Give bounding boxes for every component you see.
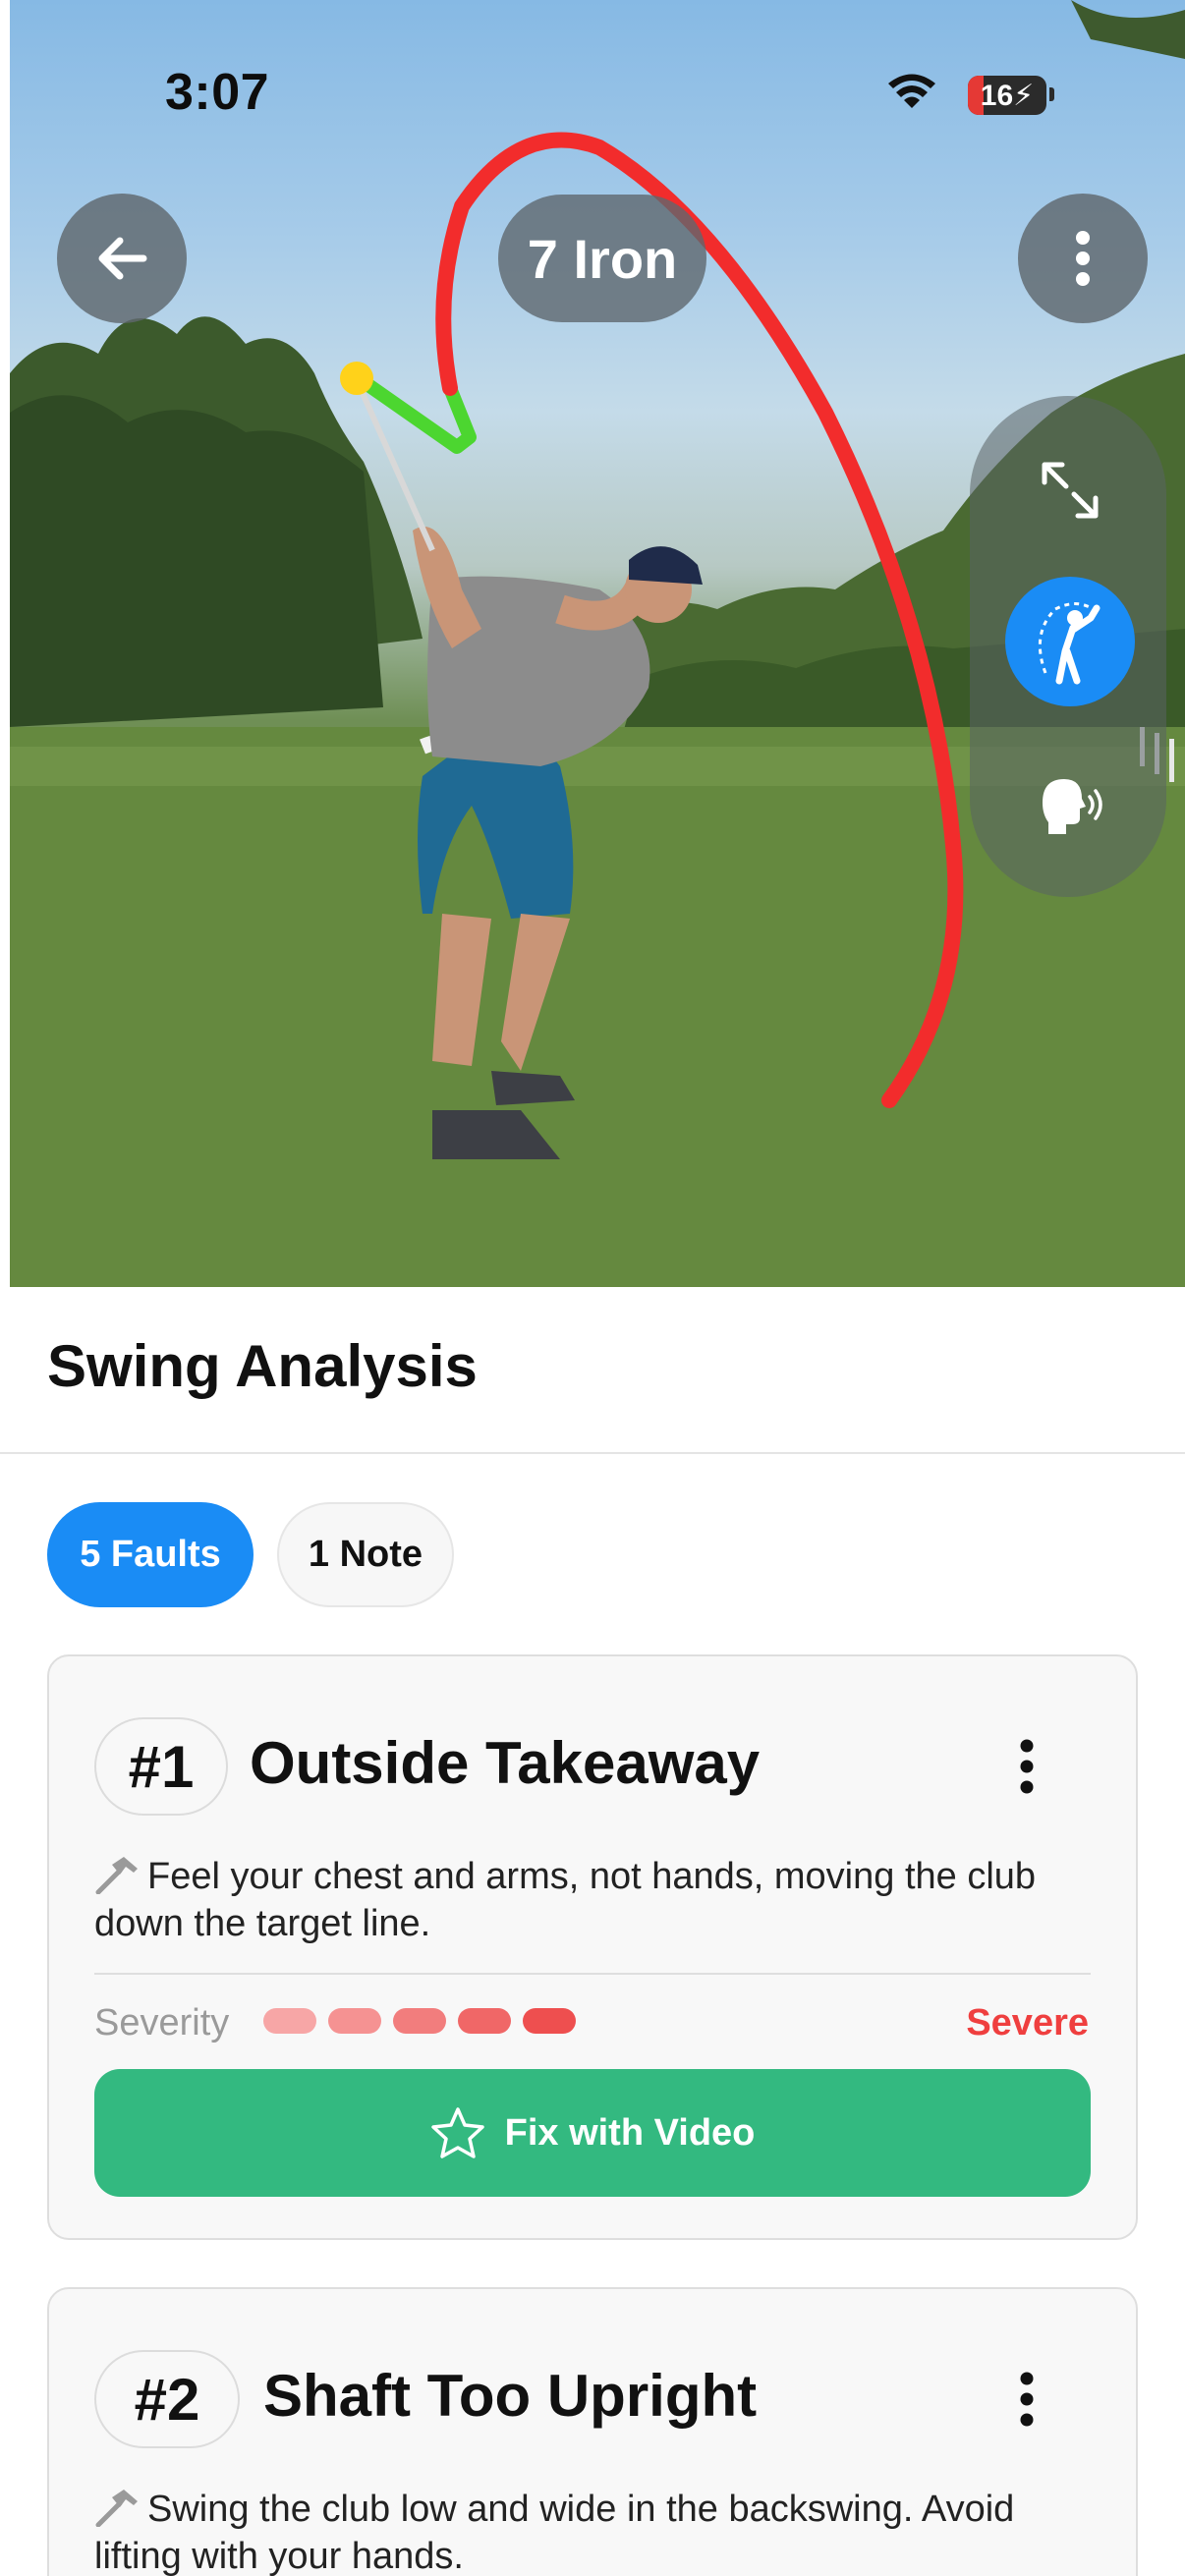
fault-card[interactable]: #1 Outside Takeaway Feel your chest and … — [47, 1654, 1138, 2240]
swing-path-toggle[interactable] — [1005, 577, 1135, 706]
battery-icon: 16⚡ — [968, 76, 1046, 115]
more-vertical-icon — [1020, 2372, 1034, 2427]
voice-coach-button[interactable] — [1005, 740, 1135, 869]
fix-with-video-label: Fix with Video — [504, 2111, 756, 2154]
fault-number-badge: #1 — [94, 1717, 228, 1816]
golfer-swing-icon — [1038, 602, 1101, 685]
expand-button[interactable] — [1005, 425, 1135, 555]
status-time: 3:07 — [165, 64, 270, 121]
club-selector[interactable]: 7 Iron — [498, 195, 706, 322]
tab-notes[interactable]: 1 Note — [277, 1502, 454, 1607]
back-arrow-icon — [98, 237, 147, 280]
severity-value: Severe — [966, 2002, 1089, 2044]
severity-dot — [263, 2008, 316, 2034]
fault-tip: Feel your chest and arms, not hands, mov… — [94, 1853, 1087, 1947]
fault-title: Outside Takeaway — [250, 1730, 761, 1796]
severity-meter — [263, 2008, 576, 2034]
severity-dot — [328, 2008, 381, 2034]
clubhead-marker — [340, 362, 373, 395]
fault-more-button[interactable] — [992, 1727, 1061, 1806]
expand-icon — [1042, 462, 1099, 519]
battery-level: 16 — [980, 80, 1014, 112]
card-divider — [94, 1973, 1091, 1975]
star-icon — [430, 2107, 484, 2158]
severity-dot — [523, 2008, 576, 2034]
tab-faults[interactable]: 5 Faults — [47, 1502, 254, 1607]
severity-dot — [393, 2008, 446, 2034]
fault-more-button[interactable] — [992, 2360, 1061, 2438]
fault-title: Shaft Too Upright — [263, 2363, 758, 2429]
more-vertical-icon — [1020, 1739, 1034, 1794]
hammer-icon — [95, 1857, 138, 1894]
more-vertical-icon — [1076, 231, 1090, 286]
page-title: Swing Analysis — [47, 1333, 478, 1399]
back-button[interactable] — [57, 194, 187, 323]
fault-tip-text: Feel your chest and arms, not hands, mov… — [94, 1856, 1037, 1944]
more-options-button[interactable] — [1018, 194, 1148, 323]
wifi-icon — [888, 74, 935, 108]
severity-dot — [458, 2008, 511, 2034]
fault-card[interactable]: #2 Shaft Too Upright Swing the club low … — [47, 2287, 1138, 2576]
fix-with-video-button[interactable]: Fix with Video — [94, 2069, 1091, 2197]
swing-video[interactable]: 3:07 16⚡ 7 Iron — [10, 0, 1185, 1287]
hammer-icon — [95, 2490, 138, 2527]
severity-label: Severity — [94, 2002, 230, 2044]
fault-tip: Swing the club low and wide in the backs… — [94, 2486, 1087, 2576]
fault-tip-text: Swing the club low and wide in the backs… — [94, 2489, 1015, 2576]
fault-number-badge: #2 — [94, 2350, 240, 2448]
voice-coach-icon — [1043, 779, 1102, 834]
section-divider — [0, 1452, 1185, 1454]
